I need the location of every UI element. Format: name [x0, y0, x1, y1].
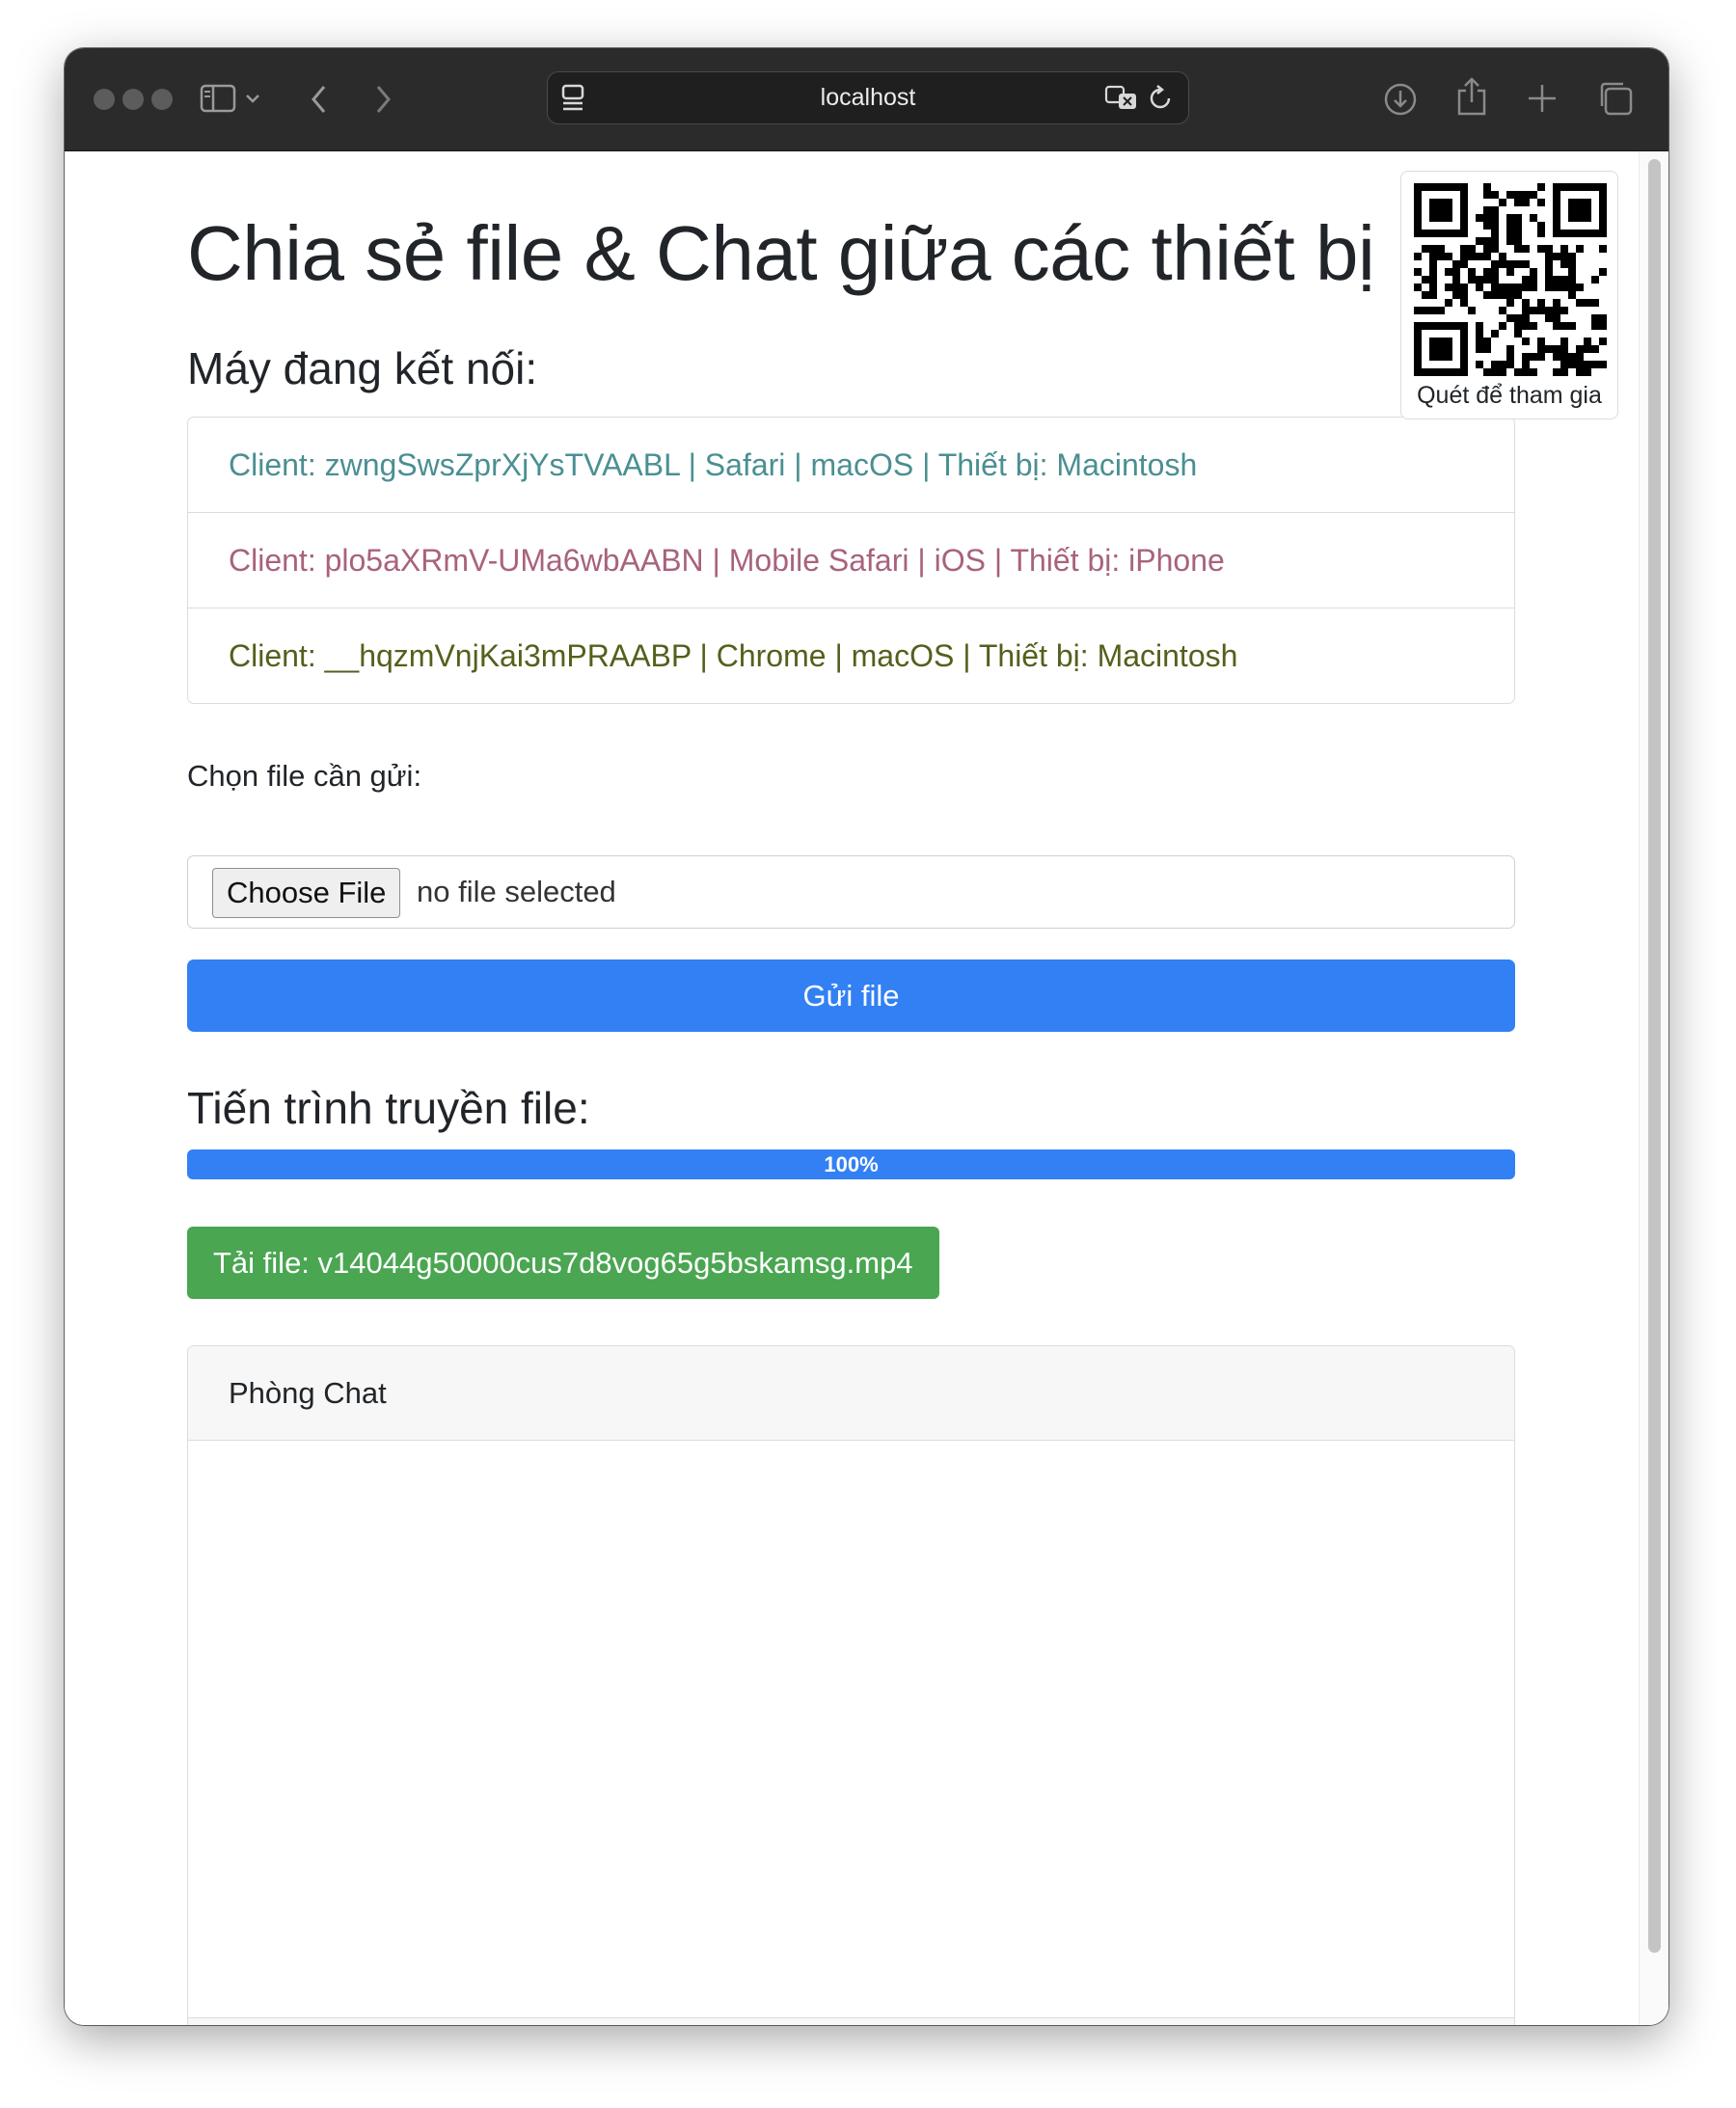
close-window-button[interactable]: [94, 89, 115, 110]
file-label: Chọn file cần gửi:: [187, 759, 422, 793]
download-file-link[interactable]: Tải file: v14044g50000cus7d8vog65g5bskam…: [187, 1227, 939, 1299]
scrollbar-thumb[interactable]: [1648, 159, 1661, 1953]
qr-caption: Quét để tham gia: [1417, 382, 1602, 409]
chat-footer: [188, 2017, 1514, 2025]
tab-overview-icon[interactable]: [1596, 79, 1635, 118]
downloads-icon[interactable]: [1382, 81, 1419, 118]
clients-heading: Máy đang kết nối:: [187, 343, 538, 393]
client-list: Client: zwngSwsZprXjYsTVAABL | Safari | …: [187, 417, 1515, 704]
browser-window: localhost Chia sẻ file & Chat giữa các t…: [65, 48, 1668, 2025]
browser-toolbar: localhost: [65, 48, 1668, 151]
chat-title: Phòng Chat: [229, 1376, 387, 1410]
minimize-window-button[interactable]: [122, 89, 144, 110]
client-item: Client: __hqzmVnjKai3mPRAABP | Chrome | …: [188, 608, 1514, 703]
address-bar[interactable]: localhost: [547, 71, 1189, 124]
progress-heading: Tiến trình truyền file:: [187, 1083, 590, 1133]
chat-messages: [188, 1441, 1514, 2017]
chat-room-card: Phòng Chat: [187, 1345, 1515, 2025]
file-input[interactable]: Choose File no file selected: [187, 855, 1515, 929]
chat-header: Phòng Chat: [188, 1346, 1514, 1441]
qr-code-box: Quét để tham gia: [1400, 171, 1618, 419]
page-title: Chia sẻ file & Chat giữa các thiết bị: [187, 210, 1375, 296]
client-item: Client: zwngSwsZprXjYsTVAABL | Safari | …: [229, 447, 1198, 482]
sidebar-icon[interactable]: [200, 83, 238, 114]
reload-icon[interactable]: [1146, 84, 1175, 113]
page-viewport: Chia sẻ file & Chat giữa các thiết bị Má…: [65, 151, 1668, 2025]
file-status-text: no file selected: [417, 875, 616, 908]
qr-code-icon: [1414, 183, 1607, 376]
tab-group-chevron-down-icon[interactable]: [243, 91, 262, 106]
back-chevron-icon[interactable]: [308, 83, 331, 116]
new-tab-plus-icon[interactable]: [1525, 81, 1560, 116]
zoom-window-button[interactable]: [151, 89, 173, 110]
translate-icon[interactable]: [1104, 85, 1139, 112]
client-item: Client: plo5aXRmV-UMa6wbAABN | Mobile Sa…: [188, 512, 1514, 608]
share-icon[interactable]: [1455, 75, 1488, 118]
forward-chevron-icon[interactable]: [371, 83, 394, 116]
scrollbar[interactable]: [1639, 151, 1668, 2025]
address-url: localhost: [820, 84, 916, 111]
progress-bar-track: 100%: [187, 1149, 1515, 1179]
send-file-button[interactable]: Gửi file: [187, 959, 1515, 1032]
progress-bar-fill: 100%: [187, 1149, 1515, 1179]
choose-file-button[interactable]: Choose File: [212, 868, 401, 918]
